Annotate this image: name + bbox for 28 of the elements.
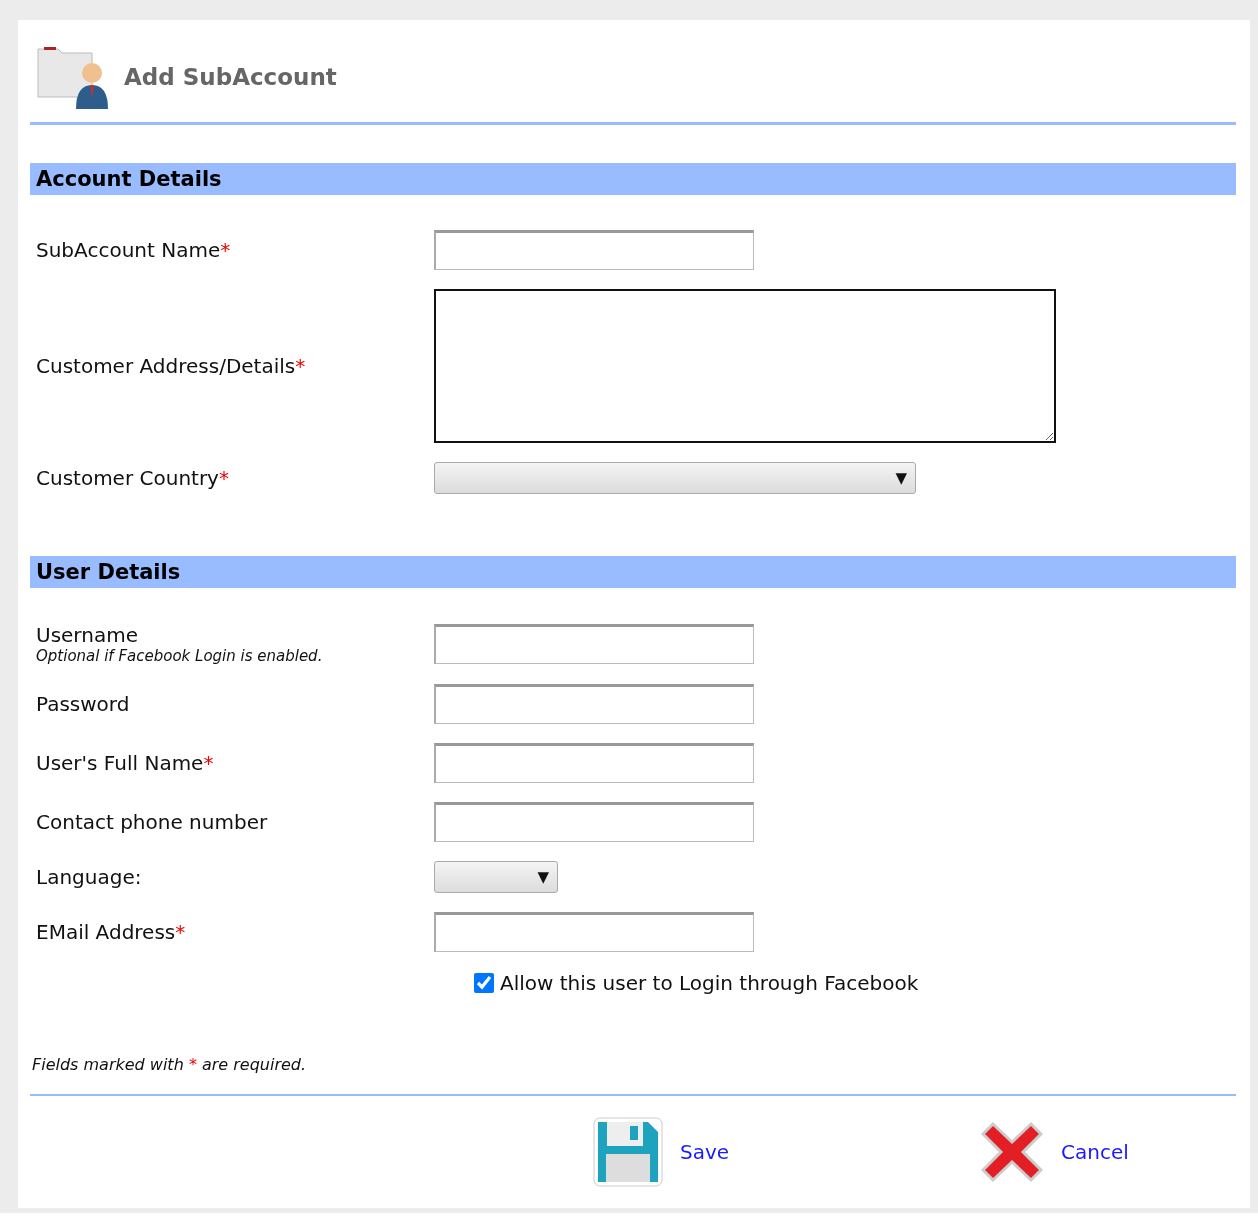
field-label: Customer Address/Details*	[36, 354, 307, 378]
text-field[interactable]	[434, 743, 754, 783]
dropdown[interactable]: ▼	[434, 462, 916, 494]
text-field[interactable]	[434, 624, 754, 664]
field-label: Username	[36, 623, 139, 647]
page-title: Add SubAccount	[124, 64, 337, 90]
section-header: Account Details	[30, 163, 1236, 195]
checkbox[interactable]	[474, 973, 494, 993]
dropdown[interactable]: ▼	[434, 861, 558, 893]
save-link[interactable]: Save	[592, 1116, 730, 1188]
text-field[interactable]	[434, 912, 754, 952]
field-label: SubAccount Name*	[36, 238, 232, 262]
required-note: Fields marked with * are required.	[32, 1055, 308, 1074]
field-hint: Optional if Facebook Login is enabled.	[36, 647, 324, 665]
close-icon	[979, 1120, 1046, 1184]
password-field[interactable]	[434, 684, 754, 724]
field-label: Contact phone number	[36, 810, 269, 834]
section-header: User Details	[30, 556, 1236, 588]
field-label: User's Full Name*	[36, 751, 215, 775]
text-field[interactable]	[434, 802, 754, 842]
field-label: Customer Country*	[36, 466, 230, 490]
text-field[interactable]	[434, 230, 754, 270]
field-label: EMail Address*	[36, 920, 187, 944]
field-label: Password	[36, 692, 131, 716]
field-label: Language:	[36, 865, 143, 889]
checkbox-label: Allow this user to Login through Facebook	[500, 971, 919, 995]
cancel-link[interactable]: Cancel	[979, 1116, 1129, 1188]
text-area[interactable]	[434, 289, 1056, 443]
